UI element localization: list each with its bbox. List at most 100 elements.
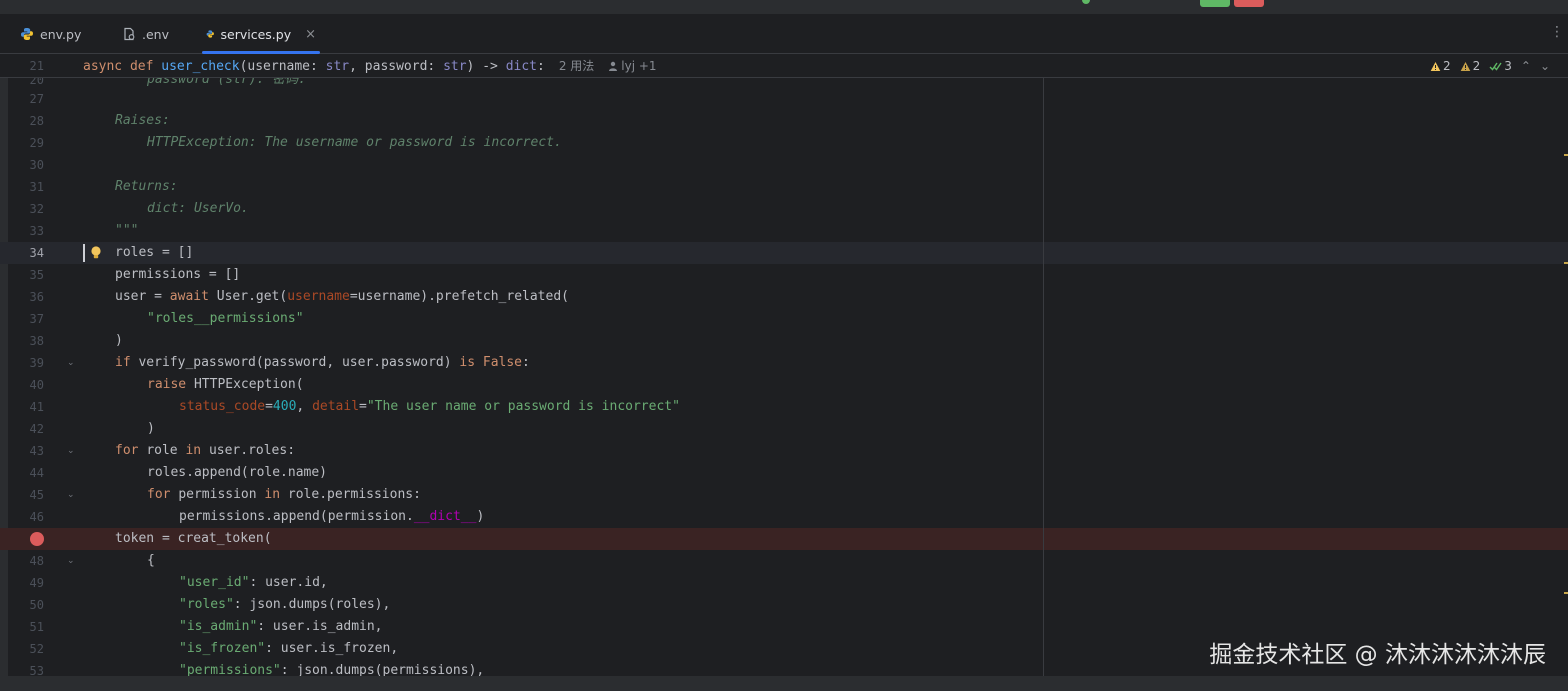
line-number: 42 xyxy=(29,422,44,436)
tab-label: env.py xyxy=(40,26,82,42)
code-row[interactable]: 45 ⌄ for permission in role.permissions: xyxy=(0,484,1568,506)
user-icon xyxy=(609,61,618,71)
line-number: 32 xyxy=(29,202,44,216)
warning-icon xyxy=(1430,61,1441,71)
author-hint[interactable]: lyj +1 xyxy=(608,59,657,73)
line-number: 34 xyxy=(29,246,44,260)
code-line: ) xyxy=(147,421,155,436)
code-row[interactable]: 36 user = await User.get(username=userna… xyxy=(0,286,1568,308)
sticky-line-header[interactable]: 21 async def user_check(username: str, p… xyxy=(0,54,1568,78)
tab-label: .env xyxy=(142,26,169,42)
code-line: "roles": json.dumps(roles), xyxy=(179,597,391,612)
code-line: status_code=400, detail="The user name o… xyxy=(179,399,680,414)
inspection-widget[interactable]: 2 2 3 ⌃ ⌄ xyxy=(1430,54,1550,78)
code-editor[interactable]: 21 async def user_check(username: str, p… xyxy=(0,54,1568,676)
watermark: 掘金技术社区 @ 沐沐沐沐沐沐辰 xyxy=(1209,642,1546,668)
fold-chevron-icon[interactable]: ⌄ xyxy=(67,352,75,374)
code-line: "user_id": user.id, xyxy=(179,575,328,590)
code-line: roles = [] xyxy=(115,245,194,260)
line-number: 53 xyxy=(29,664,44,676)
weak-warning-count[interactable]: 2 xyxy=(1430,59,1451,73)
line-number: 37 xyxy=(29,312,44,326)
line-number: 46 xyxy=(29,510,44,524)
code-row[interactable]: 43 ⌄ for role in user.roles: xyxy=(0,440,1568,462)
code-line: for role in user.roles: xyxy=(115,443,296,458)
code-line: dict: UserVo. xyxy=(147,201,249,216)
code-line: { xyxy=(147,553,155,568)
code-row[interactable]: 35 permissions = [] xyxy=(0,264,1568,286)
code-row[interactable]: 42 ) xyxy=(0,418,1568,440)
fold-chevron-icon[interactable]: ⌄ xyxy=(67,550,75,572)
code-row[interactable]: 49 "user_id": user.id, xyxy=(0,572,1568,594)
code-line: ) xyxy=(115,333,123,348)
line-number: 49 xyxy=(29,576,44,590)
code-line: HTTPException: The username or password … xyxy=(147,135,562,150)
line-number: 35 xyxy=(29,268,44,282)
code-line: Returns: xyxy=(115,179,178,194)
code-row-breakpoint[interactable]: token = creat_token( xyxy=(0,528,1568,550)
code-row[interactable]: 31 Returns: xyxy=(0,176,1568,198)
fold-chevron-icon[interactable]: ⌄ xyxy=(67,440,75,462)
code-line: async def user_check(username: str, pass… xyxy=(83,59,657,74)
code-row[interactable]: 33 """ xyxy=(0,220,1568,242)
code-row[interactable]: 50 "roles": json.dumps(roles), xyxy=(0,594,1568,616)
line-number: 28 xyxy=(29,114,44,128)
code-row-current[interactable]: 34 roles = [] xyxy=(0,242,1568,264)
text-caret xyxy=(83,244,85,262)
code-row[interactable]: 48 ⌄ { xyxy=(0,550,1568,572)
settings-file-icon xyxy=(124,27,135,41)
fold-chevron-icon[interactable]: ⌄ xyxy=(67,484,75,506)
scrollbar-marker xyxy=(1564,592,1568,594)
weak-warning-value: 2 xyxy=(1442,59,1451,73)
code-line: "is_admin": user.is_admin, xyxy=(179,619,383,634)
line-number: 30 xyxy=(29,158,44,172)
line-number: 33 xyxy=(29,224,44,238)
line-number: 29 xyxy=(29,136,44,150)
python-icon xyxy=(21,28,33,40)
code-row[interactable]: 39 ⌄ if verify_password(password, user.p… xyxy=(0,352,1568,374)
typo-count[interactable]: 3 xyxy=(1489,59,1512,73)
code-row[interactable]: 46 permissions.append(permission.__dict_… xyxy=(0,506,1568,528)
line-number: 48 xyxy=(29,554,44,568)
line-number: 51 xyxy=(29,620,44,634)
warning-icon xyxy=(1460,61,1470,71)
line-number: 21 xyxy=(29,59,44,73)
status-bar xyxy=(0,676,1568,691)
code-row[interactable]: 37 "roles__permissions" xyxy=(0,308,1568,330)
run-button[interactable] xyxy=(1200,0,1230,7)
line-number: 38 xyxy=(29,334,44,348)
code-row[interactable]: 28 Raises: xyxy=(0,110,1568,132)
code-line: raise HTTPException( xyxy=(147,377,304,392)
code-row[interactable]: 30 xyxy=(0,154,1568,176)
code-line: roles.append(role.name) xyxy=(147,465,328,480)
stop-button[interactable] xyxy=(1234,0,1264,7)
tab-env-py[interactable]: env.py xyxy=(16,14,85,54)
code-row[interactable]: 32 dict: UserVo. xyxy=(0,198,1568,220)
close-icon[interactable]: × xyxy=(305,27,316,42)
code-row[interactable]: 38 ) xyxy=(0,330,1568,352)
code-row[interactable]: 41 status_code=400, detail="The user nam… xyxy=(0,396,1568,418)
chevron-up-icon[interactable]: ⌃ xyxy=(1521,59,1531,73)
code-row[interactable]: 44 roles.append(role.name) xyxy=(0,462,1568,484)
chevron-down-icon[interactable]: ⌄ xyxy=(1540,59,1550,73)
code-line: for permission in role.permissions: xyxy=(147,487,421,502)
breakpoint-icon[interactable] xyxy=(30,532,44,546)
code-line: """ xyxy=(115,223,139,238)
more-options-icon[interactable]: ⋮ xyxy=(1550,24,1564,40)
tab-dotenv[interactable]: .env xyxy=(118,14,173,54)
line-number: 27 xyxy=(29,92,44,106)
code-row[interactable]: 27 xyxy=(0,88,1568,110)
window-top-strip xyxy=(0,0,1568,14)
code-line: permissions = [] xyxy=(115,267,241,282)
warning-count[interactable]: 2 xyxy=(1460,59,1480,73)
right-margin-guide xyxy=(1043,78,1044,676)
code-line: "permissions": json.dumps(permissions), xyxy=(179,663,485,676)
usages-hint[interactable]: 2 用法 xyxy=(559,59,594,73)
code-row[interactable]: 40 raise HTTPException( xyxy=(0,374,1568,396)
line-number: 45 xyxy=(29,488,44,502)
lightbulb-icon[interactable] xyxy=(89,245,103,261)
status-indicator xyxy=(1082,0,1090,4)
code-row[interactable]: 29 HTTPException: The username or passwo… xyxy=(0,132,1568,154)
line-number: 50 xyxy=(29,598,44,612)
tab-services-py[interactable]: services.py × xyxy=(202,14,320,54)
